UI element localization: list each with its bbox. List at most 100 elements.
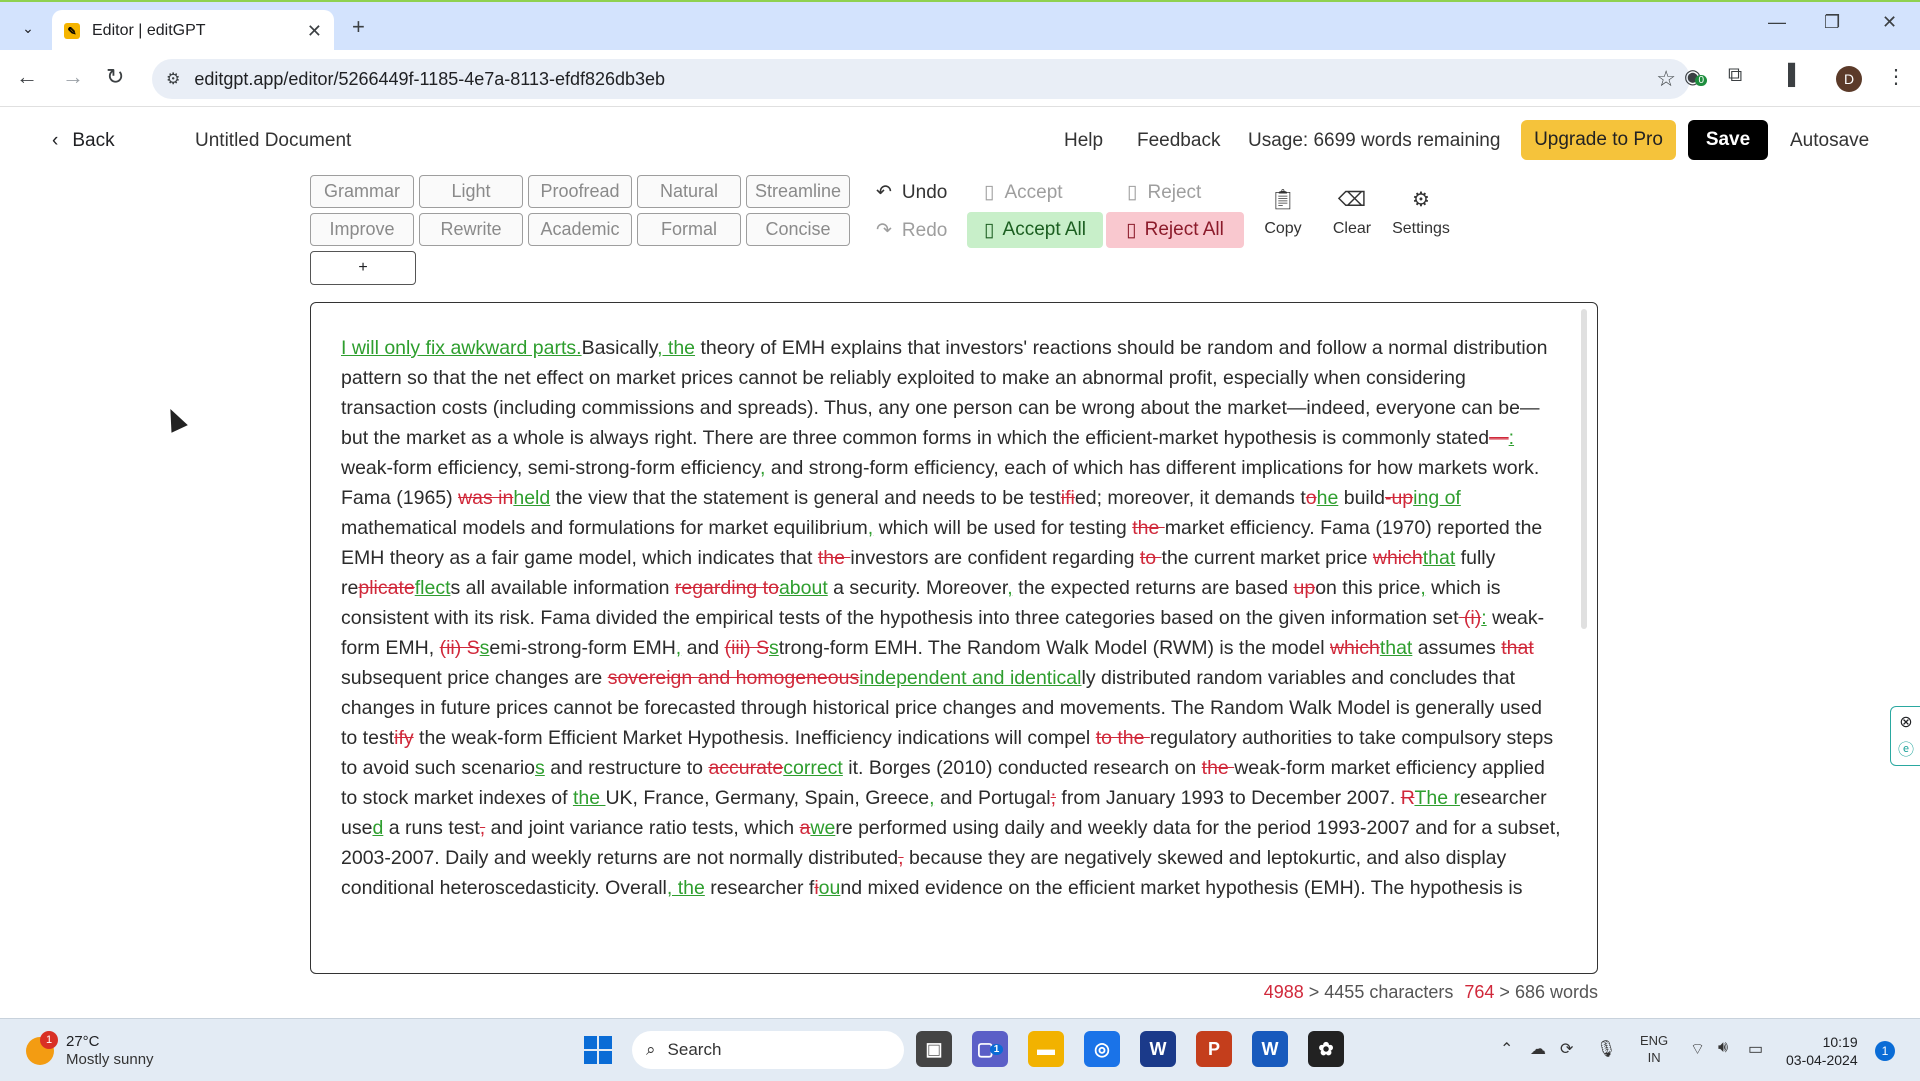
deletion[interactable]: ifi xyxy=(1061,487,1075,509)
file-explorer-icon[interactable]: ▬ xyxy=(1028,1031,1064,1067)
mode-academic-button[interactable]: Academic xyxy=(528,213,632,246)
mode-light-button[interactable]: Light xyxy=(419,175,523,208)
word-icon[interactable]: W xyxy=(1252,1031,1288,1067)
autosave-toggle[interactable]: Autosave xyxy=(1790,130,1869,152)
upgrade-button[interactable]: Upgrade to Pro xyxy=(1521,120,1676,160)
deletion[interactable]: which xyxy=(1373,547,1423,569)
site-info-icon[interactable]: ⚙ xyxy=(166,69,180,89)
settings-button[interactable]: ⚙ Settings xyxy=(1386,187,1456,238)
volume-icon[interactable]: 🔊︎ xyxy=(1718,1039,1728,1057)
deletion[interactable]: the xyxy=(818,547,851,569)
insertion[interactable]: that xyxy=(1423,547,1456,569)
insertion[interactable]: about xyxy=(779,577,828,599)
new-tab-icon[interactable]: + xyxy=(352,14,365,40)
save-button[interactable]: Save xyxy=(1688,120,1768,160)
deletion[interactable]: accurate xyxy=(708,757,783,779)
windows-start-icon[interactable] xyxy=(584,1036,612,1064)
insertion[interactable]: we xyxy=(810,817,835,839)
document-title[interactable]: Untitled Document xyxy=(195,130,351,152)
mode-formal-button[interactable]: Formal xyxy=(637,213,741,246)
insertion[interactable]: d xyxy=(372,817,383,839)
deletion[interactable]: a xyxy=(800,817,811,839)
add-mode-button[interactable]: + xyxy=(310,251,416,285)
deletion[interactable]: -up xyxy=(1385,487,1413,509)
insertion[interactable]: ou xyxy=(819,877,841,899)
microphone-icon[interactable]: 🎙︎ xyxy=(1596,1039,1616,1059)
battery-icon[interactable]: ▭ xyxy=(1748,1039,1763,1059)
deletion[interactable]: (iii) S xyxy=(725,637,769,659)
mode-streamline-button[interactable]: Streamline xyxy=(746,175,850,208)
tray-chevron-icon[interactable]: ⌃ xyxy=(1500,1039,1513,1059)
deletion[interactable]: sovereign and homogeneous xyxy=(608,667,860,689)
editor-panel[interactable]: I will only fix awkward parts.Basically,… xyxy=(310,302,1598,974)
mode-concise-button[interactable]: Concise xyxy=(746,213,850,246)
deletion[interactable]: the xyxy=(1132,517,1165,539)
widget-logo-icon[interactable]: ⓔ xyxy=(1898,736,1914,760)
profile-avatar[interactable]: D xyxy=(1836,66,1862,92)
insertion[interactable]: The r xyxy=(1414,787,1460,809)
feedback-link[interactable]: Feedback xyxy=(1137,130,1220,152)
deletion[interactable]: o xyxy=(1306,487,1317,509)
deletion[interactable]: — xyxy=(1489,427,1509,449)
floating-widget[interactable]: ⊗ ⓔ xyxy=(1890,706,1920,766)
side-panel-icon[interactable]: ▌ xyxy=(1788,64,1802,87)
deletion[interactable]: to the xyxy=(1096,727,1150,749)
weather-widget[interactable]: 1 27°C Mostly sunny xyxy=(26,1031,154,1069)
reject-button[interactable]: ▯ Reject xyxy=(1127,181,1201,204)
insertion[interactable]: : xyxy=(1509,427,1514,449)
wifi-icon[interactable]: ⌔ xyxy=(1690,1039,1705,1059)
deletion[interactable]: plicate xyxy=(358,577,414,599)
chrome-icon[interactable]: ◎ xyxy=(1084,1031,1120,1067)
clear-button[interactable]: ⌫ Clear xyxy=(1317,187,1387,238)
extension-icon[interactable]: ◉0 xyxy=(1684,64,1708,89)
address-bar[interactable]: ⚙ editgpt.app/editor/5266449f-1185-4e7a-… xyxy=(152,59,1690,99)
insertion[interactable]: flect xyxy=(415,577,451,599)
powerpoint-icon[interactable]: P xyxy=(1196,1031,1232,1067)
insertion[interactable]: held xyxy=(513,487,550,509)
language-indicator[interactable]: ENG IN xyxy=(1640,1032,1668,1066)
chrome-menu-icon[interactable]: ⋮ xyxy=(1886,64,1906,89)
insertion[interactable]: s xyxy=(769,637,779,659)
deletion[interactable]: (i) xyxy=(1459,607,1481,629)
undo-button[interactable]: ↶ Undo xyxy=(876,181,947,204)
reject-all-button[interactable]: ▯ Reject All xyxy=(1106,212,1244,248)
mode-rewrite-button[interactable]: Rewrite xyxy=(419,213,523,246)
task-view-icon[interactable]: ▣ xyxy=(916,1031,952,1067)
insertion[interactable]: , the xyxy=(667,877,705,899)
help-link[interactable]: Help xyxy=(1064,130,1103,152)
deletion[interactable]: to xyxy=(1140,547,1162,569)
teams-icon[interactable]: ▢ 1 xyxy=(972,1031,1008,1067)
taskbar-search[interactable]: ⌕ Search xyxy=(632,1031,904,1069)
back-arrow-icon[interactable]: ← xyxy=(16,64,38,90)
wps-icon[interactable]: W xyxy=(1140,1031,1176,1067)
reload-icon[interactable]: ↻ xyxy=(106,64,124,90)
onedrive-icon[interactable]: ☁ xyxy=(1530,1039,1546,1059)
forward-arrow-icon[interactable]: → xyxy=(62,64,84,90)
chatgpt-icon[interactable]: ✿ xyxy=(1308,1031,1344,1067)
editor-scrollbar[interactable] xyxy=(1581,309,1587,629)
notification-badge[interactable]: 1 xyxy=(1875,1041,1895,1061)
insertion[interactable]: independent and identical xyxy=(859,667,1081,689)
mode-improve-button[interactable]: Improve xyxy=(310,213,414,246)
minimize-icon[interactable]: — xyxy=(1768,12,1786,33)
deletion[interactable]: up xyxy=(1293,577,1315,599)
insertion[interactable]: correct xyxy=(783,757,843,779)
accept-all-button[interactable]: ▯ Accept All xyxy=(967,212,1103,248)
deletion[interactable]: was in xyxy=(458,487,513,509)
deletion[interactable]: (ii) S xyxy=(440,637,480,659)
sync-icon[interactable]: ⟳ xyxy=(1560,1039,1573,1059)
editor-text[interactable]: I will only fix awkward parts.Basically,… xyxy=(341,333,1563,903)
insertion[interactable]: s xyxy=(535,757,545,779)
accept-button[interactable]: ▯ Accept xyxy=(984,181,1063,204)
insertion[interactable]: I will only fix awkward parts. xyxy=(341,337,582,359)
deletion[interactable]: which xyxy=(1330,637,1380,659)
tab-search-icon[interactable]: ⌄ xyxy=(14,14,42,42)
mode-natural-button[interactable]: Natural xyxy=(637,175,741,208)
copy-button[interactable]: 📋︎ Copy xyxy=(1248,187,1318,238)
insertion[interactable]: the xyxy=(573,787,606,809)
insertion[interactable]: he xyxy=(1317,487,1339,509)
clock[interactable]: 10:19 03-04-2024 xyxy=(1786,1033,1858,1069)
back-button[interactable]: ‹ Back xyxy=(52,130,115,152)
deletion[interactable]: ify xyxy=(394,727,414,749)
insertion[interactable]: that xyxy=(1380,637,1413,659)
